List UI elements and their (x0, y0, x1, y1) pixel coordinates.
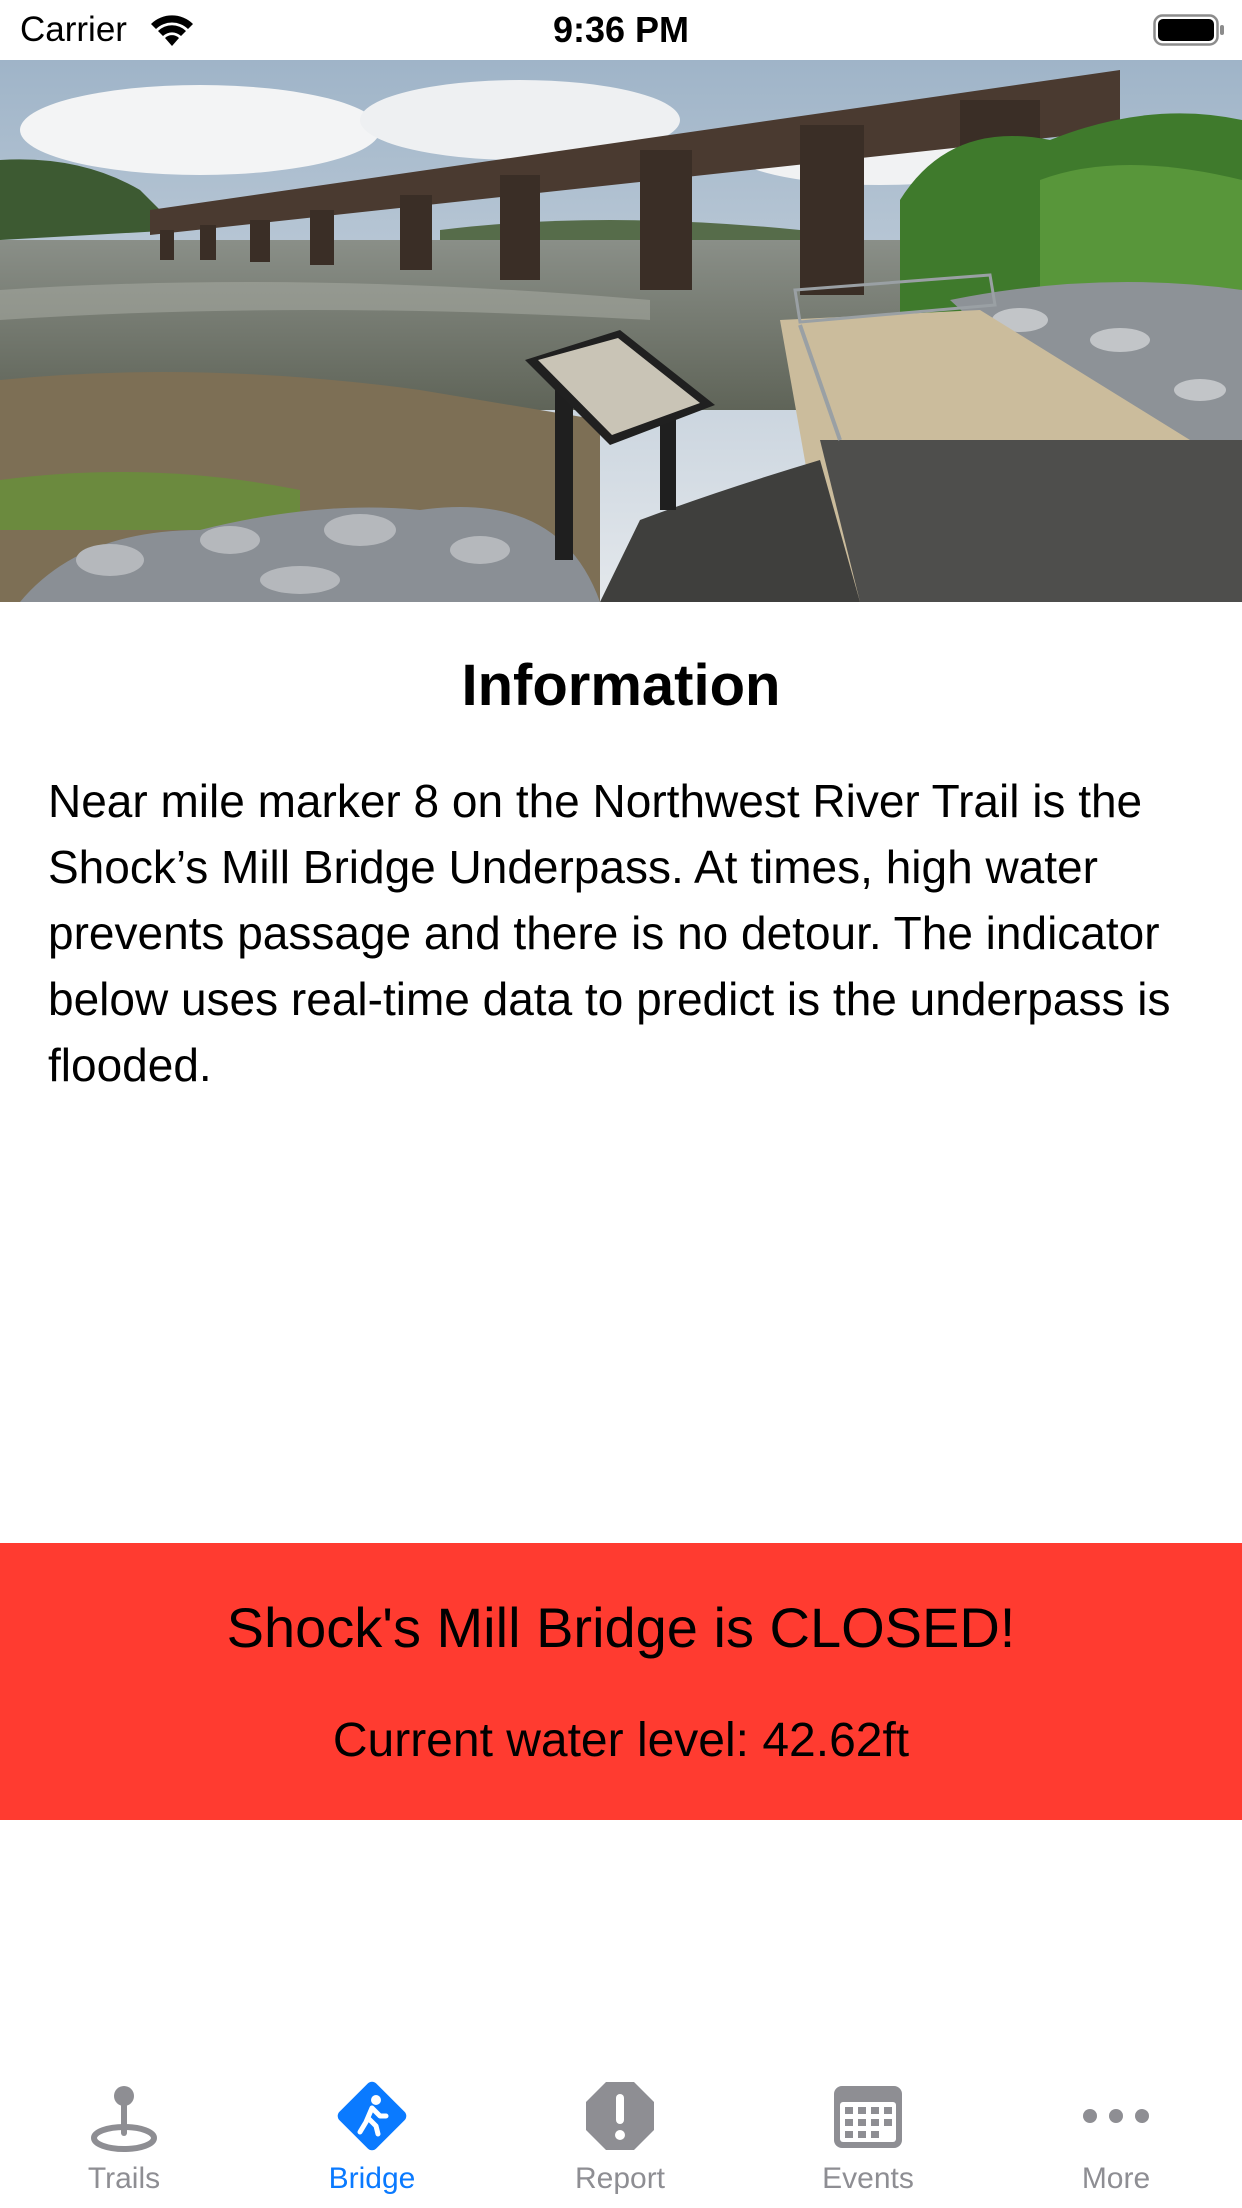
tab-label: Trails (87, 2162, 161, 2195)
water-level-row: Current water level: 42.62ft (0, 1713, 1242, 1768)
map-pin-icon (91, 2086, 157, 2152)
battery-icon (1153, 14, 1224, 46)
bridge-status-banner: Shock's Mill Bridge is CLOSED! Current w… (0, 1543, 1242, 1820)
more-dots-icon (1083, 2109, 1149, 2123)
info-body: Near mile marker 8 on the Northwest Rive… (48, 775, 1171, 1091)
exclamation-icon (586, 2082, 654, 2150)
tab-label: Report (574, 2162, 666, 2195)
tab-bar: Trails Bridge Report Events More (0, 2050, 1242, 2208)
tab-label: More (1081, 2162, 1151, 2195)
calendar-icon (834, 2086, 902, 2148)
tab-more[interactable]: More (992, 2050, 1240, 2208)
tab-bridge[interactable]: Bridge (248, 2050, 496, 2208)
walking-sign-icon (337, 2081, 407, 2151)
clock: 9:36 PM (552, 9, 690, 50)
tab-label: Events (822, 2162, 914, 2195)
tab-trails[interactable]: Trails (0, 2050, 248, 2208)
hero-photo (0, 60, 1242, 602)
bridge-status-headline: Shock's Mill Bridge is CLOSED! (226, 1596, 1016, 1659)
water-level-label: Current water level: (332, 1714, 749, 1767)
water-level-value: 42.62ft (762, 1714, 910, 1767)
tab-events[interactable]: Events (744, 2050, 992, 2208)
tab-report[interactable]: Report (496, 2050, 744, 2208)
info-title: Information (461, 653, 781, 718)
status-bar: Carrier 9:36 PM (0, 0, 1242, 60)
tab-label: Bridge (328, 2162, 416, 2195)
